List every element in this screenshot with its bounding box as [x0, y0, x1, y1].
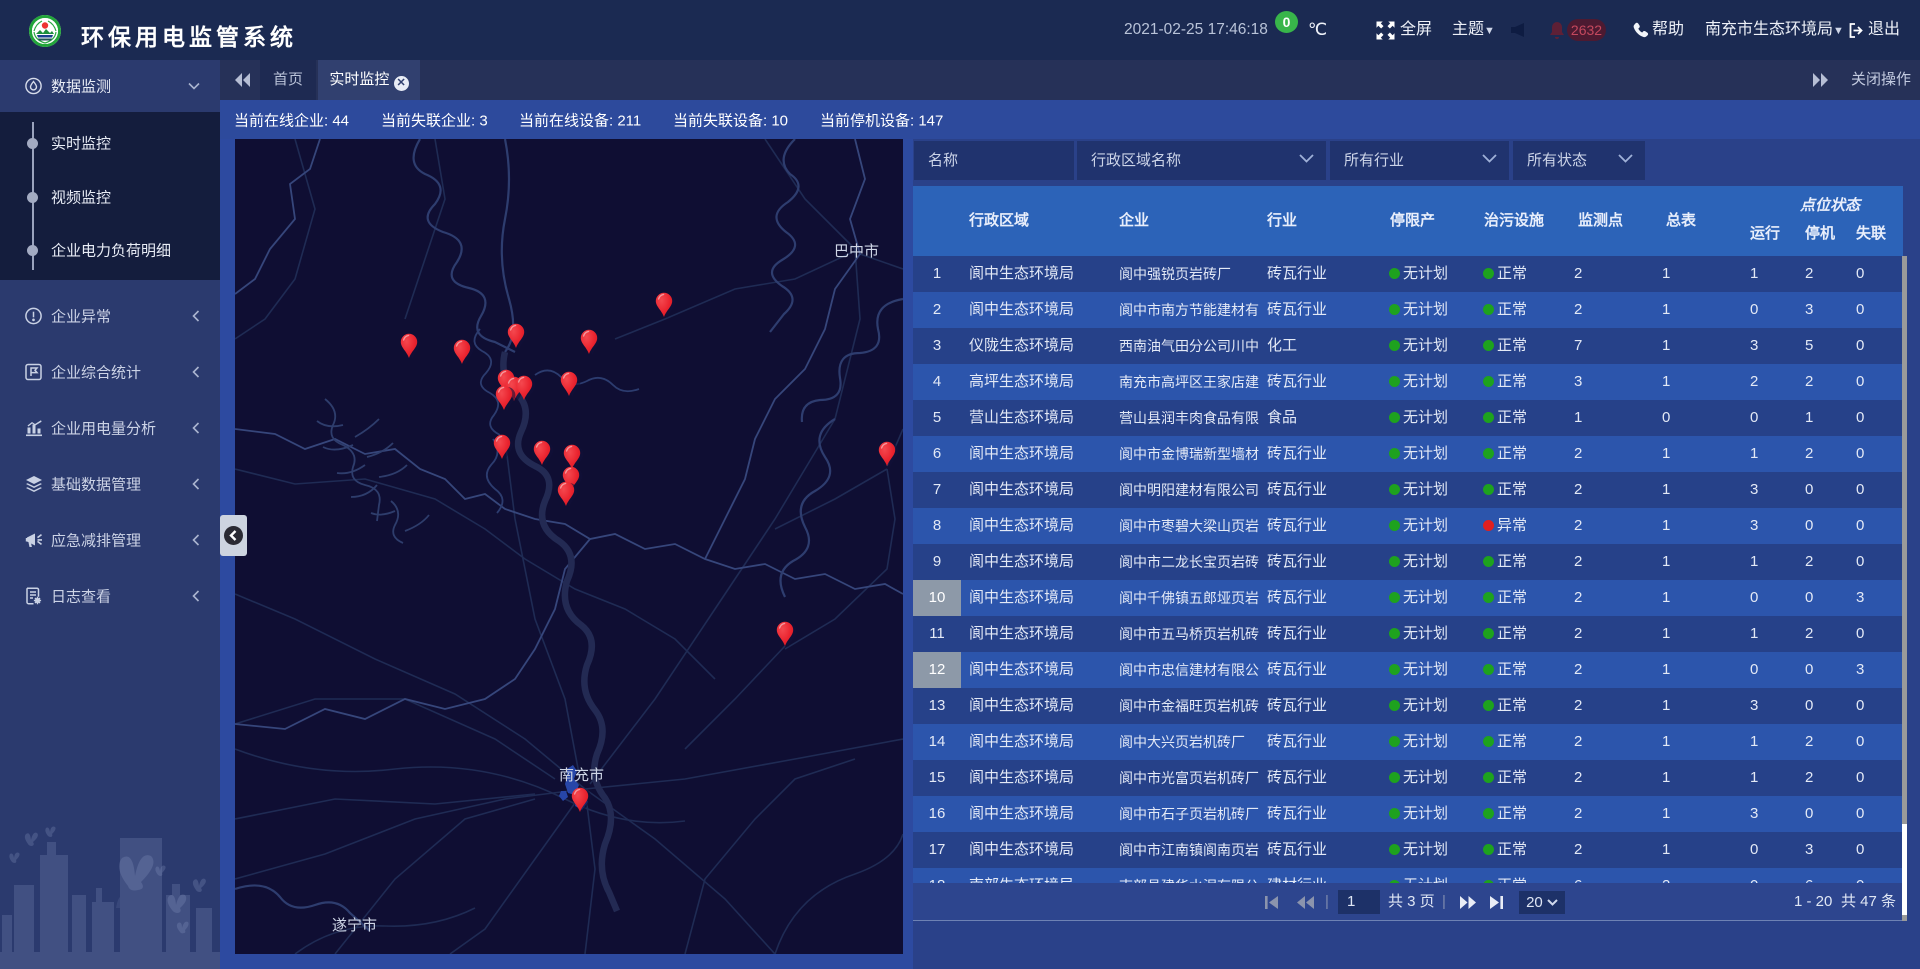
svg-text:南充市: 南充市 — [559, 767, 604, 784]
svg-text:遂宁市: 遂宁市 — [332, 917, 377, 934]
svg-text:巴中市: 巴中市 — [834, 243, 879, 260]
